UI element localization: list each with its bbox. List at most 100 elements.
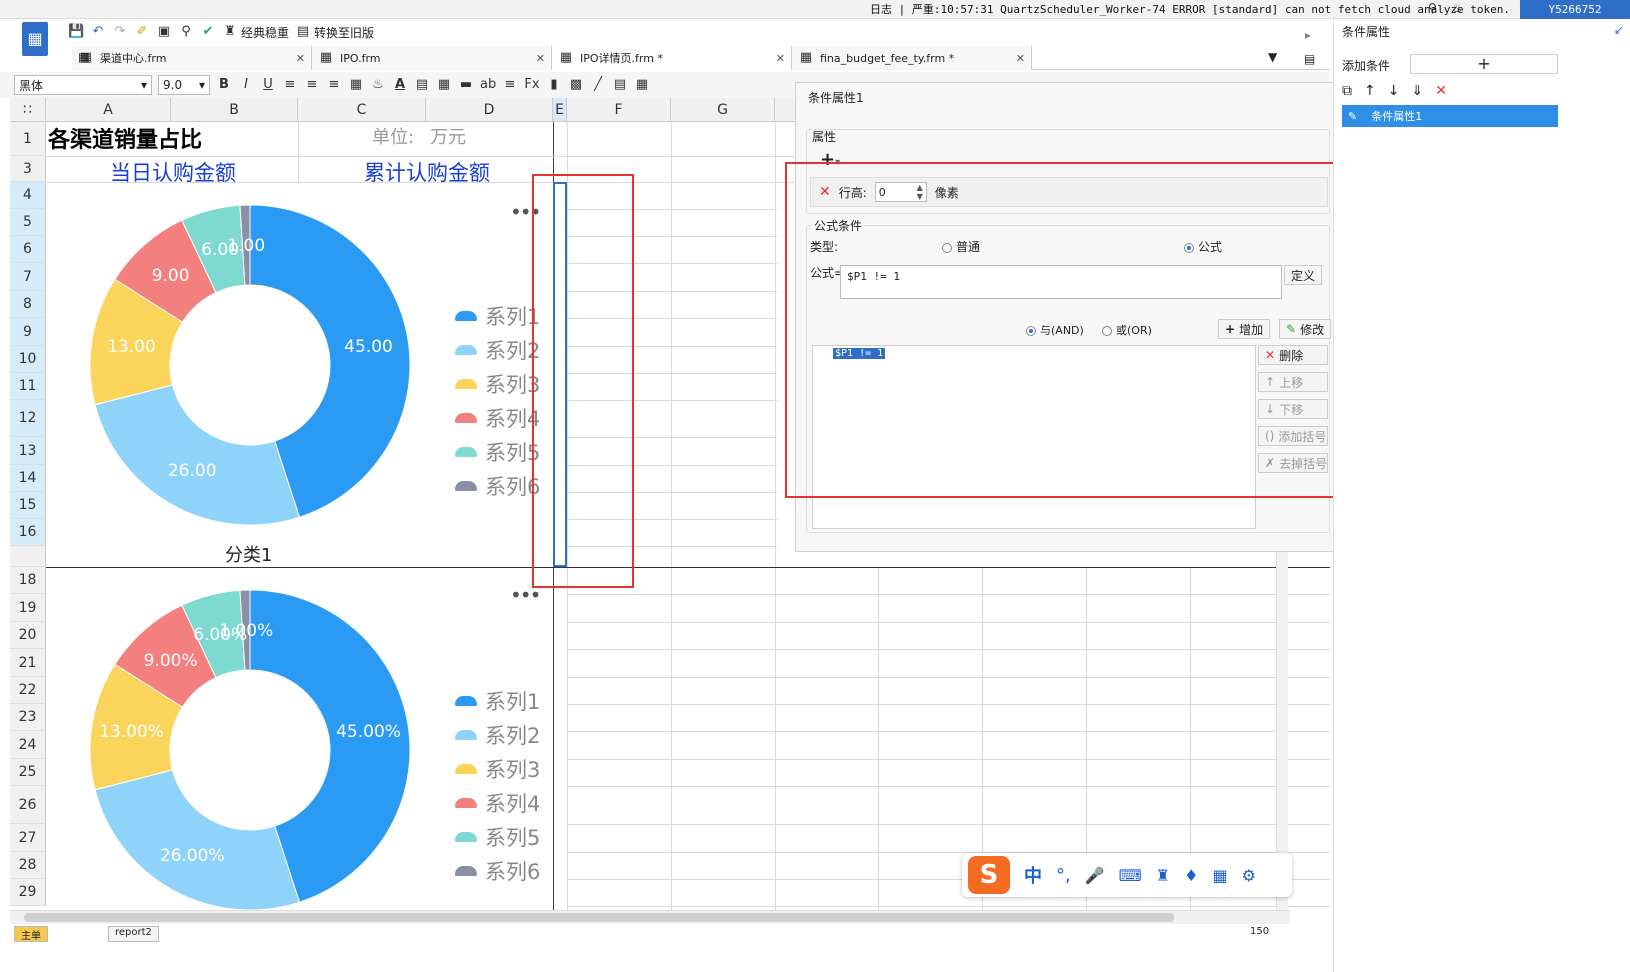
pie-slice-2[interactable] xyxy=(94,384,301,526)
underline-icon[interactable]: U xyxy=(260,77,276,93)
row-header[interactable]: 5 xyxy=(10,209,46,236)
row-header[interactable]: 22 xyxy=(10,677,46,704)
undo-icon[interactable]: ↶ xyxy=(90,24,106,40)
slash-icon[interactable]: ╱ xyxy=(590,77,606,93)
zoom-level[interactable]: 150 xyxy=(1250,926,1269,937)
tab-fina-budget[interactable]: ▦ fina_budget_fee_ty.frm * ✕ xyxy=(792,46,1032,70)
legend-item-6[interactable]: 系列6 xyxy=(455,471,540,501)
legend-item-1[interactable]: 系列1 xyxy=(455,686,540,716)
category-label[interactable]: 分类1 xyxy=(225,541,272,567)
preview-icon[interactable]: ⚲ xyxy=(178,24,194,40)
legend-item-3[interactable]: 系列3 xyxy=(455,754,540,784)
header-total-amount[interactable]: 累计认购金额 xyxy=(364,157,490,187)
table-icon[interactable]: ▦ xyxy=(436,77,452,93)
row-header[interactable]: 7 xyxy=(10,263,46,291)
link-icon[interactable]: ▬ xyxy=(458,77,474,93)
layout-icon[interactable]: ▤ xyxy=(1304,52,1315,66)
bold-icon[interactable]: B xyxy=(216,77,232,93)
paragraph-icon[interactable]: ≡ xyxy=(502,77,518,93)
row-header[interactable]: 11 xyxy=(10,373,46,400)
formula-icon[interactable]: Fx xyxy=(524,77,540,93)
delete-icon[interactable]: ✕ xyxy=(1435,83,1447,99)
row-header[interactable]: 29 xyxy=(10,879,46,906)
tab-menu-icon[interactable]: ▼ xyxy=(1268,50,1277,64)
skin-icon[interactable]: ♜ xyxy=(1156,866,1170,885)
copy-icon[interactable]: ⧉ xyxy=(1342,83,1352,99)
chevron-right-icon[interactable]: ▸ xyxy=(1305,28,1311,42)
row-header[interactable]: 28 xyxy=(10,852,46,879)
classic-theme-button[interactable]: ♜ 经典稳重 xyxy=(222,24,289,41)
close-icon[interactable]: ✕ xyxy=(296,52,305,65)
row-header[interactable]: 3 xyxy=(10,156,46,182)
legend-item-3[interactable]: 系列3 xyxy=(455,369,540,399)
italic-icon[interactable]: I xyxy=(238,77,254,93)
merge-icon[interactable]: ▤ xyxy=(414,77,430,93)
image-icon[interactable]: ▩ xyxy=(568,77,584,93)
microphone-icon[interactable]: 🎤 xyxy=(1085,866,1105,885)
donut-chart-2[interactable]: 45.00%26.00%13.00%9.00%6.00%1.00% xyxy=(80,580,420,920)
font-size-select[interactable]: 9.0 ▾ xyxy=(158,75,210,95)
legend-item-2[interactable]: 系列2 xyxy=(455,720,540,750)
template-icon[interactable]: ▣ xyxy=(156,24,172,40)
status-log[interactable]: 日志 | 严重:10:57:31 QuartzScheduler_Worker-… xyxy=(870,0,1510,19)
legend-item-6[interactable]: 系列6 xyxy=(455,856,540,886)
col-header-a[interactable]: A xyxy=(46,98,171,122)
legend-item-4[interactable]: 系列4 xyxy=(455,403,540,433)
row-header[interactable]: 23 xyxy=(10,704,46,731)
horizontal-scrollbar[interactable] xyxy=(10,910,1290,924)
font-name-select[interactable]: 黑体 ▾ xyxy=(14,75,152,95)
close-icon[interactable]: ✕ xyxy=(1016,52,1025,65)
legend-item-5[interactable]: 系列5 xyxy=(455,437,540,467)
col-header-d[interactable]: D xyxy=(426,98,553,122)
sogou-logo-icon[interactable]: S xyxy=(968,856,1010,894)
check-icon[interactable]: ✔ xyxy=(200,24,216,40)
pin-icon[interactable]: ↙ xyxy=(1614,23,1624,37)
row-header[interactable]: 15 xyxy=(10,492,46,519)
align-center-icon[interactable]: ≡ xyxy=(304,77,320,93)
col-header-e[interactable]: E xyxy=(553,98,567,122)
close-icon[interactable]: ✕ xyxy=(536,52,545,65)
text-icon[interactable]: ab xyxy=(480,77,496,93)
chinese-mode-icon[interactable]: 中 xyxy=(1024,862,1042,888)
punctuation-icon[interactable]: °, xyxy=(1056,865,1071,886)
pie-slice-2[interactable] xyxy=(94,769,301,911)
sheet-tab-report2[interactable]: report2 xyxy=(108,926,159,942)
corner-cell[interactable]: ∷ xyxy=(10,98,46,122)
legend-item-1[interactable]: 系列1 xyxy=(455,301,540,331)
search-icon[interactable]: ⚲ xyxy=(1428,1,1437,15)
tab-ipo-detail[interactable]: ▦ IPO详情页.frm * ✕ xyxy=(552,46,792,70)
sort-icon[interactable]: ⇓ xyxy=(1411,83,1423,99)
format-brush-icon[interactable]: ✐ xyxy=(134,24,150,40)
sheet-tab-main[interactable]: 主单 xyxy=(14,926,48,942)
widget-icon[interactable]: ▦ xyxy=(634,77,650,93)
row-header[interactable]: 14 xyxy=(10,465,46,492)
donut-chart-1[interactable]: 45.0026.0013.009.006.001.00 xyxy=(80,195,420,535)
col-header-g[interactable]: G xyxy=(671,98,775,122)
fill-color-icon[interactable]: ♨ xyxy=(370,77,386,93)
legend-item-5[interactable]: 系列5 xyxy=(455,822,540,852)
keyboard-icon[interactable]: ⌨ xyxy=(1119,866,1142,885)
tab-ipo[interactable]: ▦ IPO.frm ✕ xyxy=(312,46,552,70)
row-header[interactable]: 26 xyxy=(10,786,46,824)
row-header[interactable]: 16 xyxy=(10,519,46,546)
row-header[interactable]: 27 xyxy=(10,824,46,852)
arrow-down-icon[interactable]: ↓ xyxy=(1388,83,1400,99)
font-color-icon[interactable]: A xyxy=(392,77,408,93)
legend-item-4[interactable]: 系列4 xyxy=(455,788,540,818)
redo-icon[interactable]: ↷ xyxy=(112,24,128,40)
subreport-icon[interactable]: ▤ xyxy=(612,77,628,93)
row-header[interactable]: 9 xyxy=(10,318,46,346)
unit-label[interactable]: 单位: xyxy=(372,123,414,149)
row-header[interactable]: 8 xyxy=(10,291,46,318)
close-icon[interactable]: ✕ xyxy=(776,52,785,65)
col-header-f[interactable]: F xyxy=(567,98,671,122)
designer-logo-icon[interactable]: ▦ xyxy=(22,22,48,56)
legend-item-2[interactable]: 系列2 xyxy=(455,335,540,365)
row-header[interactable]: 6 xyxy=(10,236,46,263)
bar-chart-icon[interactable]: ▮ xyxy=(546,77,562,93)
row-header[interactable]: 1 xyxy=(10,122,46,156)
bell-icon[interactable]: ♨ xyxy=(1452,1,1463,15)
game-icon[interactable]: ♦ xyxy=(1184,866,1198,885)
align-left-icon[interactable]: ≡ xyxy=(282,77,298,93)
unit-value[interactable]: 万元 xyxy=(430,123,466,149)
